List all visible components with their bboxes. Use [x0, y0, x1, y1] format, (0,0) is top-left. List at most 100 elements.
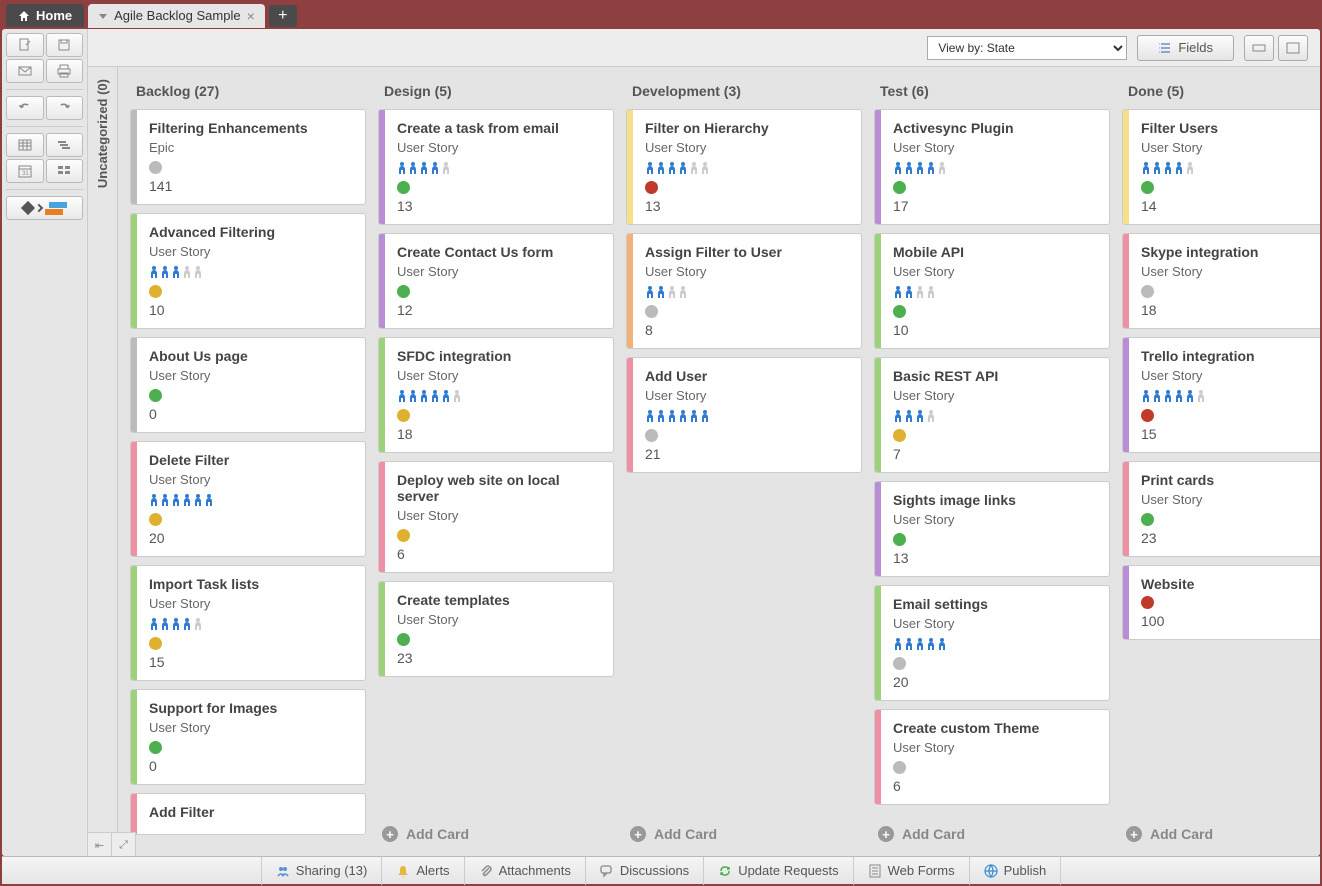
- full-layout-button[interactable]: [1278, 35, 1308, 61]
- person-icon: [904, 285, 914, 299]
- card[interactable]: Filter on HierarchyUser Story13: [626, 109, 862, 225]
- undo-button[interactable]: [6, 96, 44, 120]
- person-icon: [1141, 161, 1151, 175]
- card[interactable]: Filter UsersUser Story14: [1122, 109, 1320, 225]
- expand-all-button[interactable]: ⤢: [112, 833, 136, 856]
- column: Development (3)Filter on HierarchyUser S…: [626, 75, 862, 848]
- add-card-button[interactable]: +Add Card: [626, 820, 862, 848]
- card-color-bar[interactable]: [6, 196, 83, 220]
- card-people: [149, 493, 353, 507]
- card[interactable]: Website100: [1122, 565, 1320, 640]
- card-points: 13: [397, 198, 601, 214]
- publish-button[interactable]: Publish: [970, 857, 1062, 885]
- card-type: User Story: [1141, 368, 1320, 383]
- attachments-button[interactable]: Attachments: [465, 857, 586, 885]
- webforms-label: Web Forms: [888, 863, 955, 878]
- card[interactable]: SFDC integrationUser Story18: [378, 337, 614, 453]
- card[interactable]: Filtering EnhancementsEpic141: [130, 109, 366, 205]
- person-icon: [452, 389, 462, 403]
- person-icon: [904, 637, 914, 651]
- card[interactable]: Activesync PluginUser Story17: [874, 109, 1110, 225]
- person-icon: [408, 161, 418, 175]
- fields-button[interactable]: Fields: [1137, 35, 1234, 61]
- card[interactable]: Mobile APIUser Story10: [874, 233, 1110, 349]
- discussions-button[interactable]: Discussions: [586, 857, 704, 885]
- person-icon: [926, 409, 936, 423]
- status-dot: [893, 657, 906, 670]
- person-icon: [1196, 389, 1206, 403]
- person-icon: [1174, 389, 1184, 403]
- card[interactable]: Support for ImagesUser Story0: [130, 689, 366, 785]
- card[interactable]: Create Contact Us formUser Story12: [378, 233, 614, 329]
- card[interactable]: Delete FilterUser Story20: [130, 441, 366, 557]
- card-type: User Story: [397, 368, 601, 383]
- print-button[interactable]: [46, 59, 84, 83]
- tab-document[interactable]: Agile Backlog Sample ×: [88, 4, 265, 28]
- person-icon: [149, 493, 159, 507]
- person-icon: [893, 285, 903, 299]
- person-icon: [193, 265, 203, 279]
- person-icon: [656, 161, 666, 175]
- card[interactable]: Email settingsUser Story20: [874, 585, 1110, 701]
- card-view-button[interactable]: [46, 159, 84, 183]
- tab-document-label: Agile Backlog Sample: [114, 8, 240, 23]
- new-button[interactable]: [6, 33, 44, 57]
- card[interactable]: Create a task from emailUser Story13: [378, 109, 614, 225]
- plus-icon: +: [878, 826, 894, 842]
- person-icon: [1185, 161, 1195, 175]
- mail-button[interactable]: [6, 59, 44, 83]
- alerts-button[interactable]: Alerts: [382, 857, 464, 885]
- card[interactable]: Add UserUser Story21: [626, 357, 862, 473]
- grid-view-button[interactable]: [6, 133, 44, 157]
- add-card-button[interactable]: +Add Card: [1122, 820, 1320, 848]
- card[interactable]: About Us pageUser Story0: [130, 337, 366, 433]
- person-icon: [160, 617, 170, 631]
- card[interactable]: Trello integrationUser Story15: [1122, 337, 1320, 453]
- close-icon[interactable]: ×: [247, 8, 255, 24]
- add-card-button[interactable]: +Add Card: [378, 820, 614, 848]
- view-by-select[interactable]: View by: State: [927, 36, 1127, 60]
- list-icon: [1158, 41, 1172, 55]
- card[interactable]: Import Task listsUser Story15: [130, 565, 366, 681]
- column: Test (6)Activesync PluginUser Story17Mob…: [874, 75, 1110, 848]
- status-dot: [149, 161, 162, 174]
- card[interactable]: Assign Filter to UserUser Story8: [626, 233, 862, 349]
- card[interactable]: Add Filter: [130, 793, 366, 835]
- compact-layout-button[interactable]: [1244, 35, 1274, 61]
- card[interactable]: Sights image linksUser Story13: [874, 481, 1110, 577]
- uncategorized-column[interactable]: Uncategorized (0): [88, 67, 118, 856]
- card[interactable]: Skype integrationUser Story18: [1122, 233, 1320, 329]
- card[interactable]: Deploy web site on local serverUser Stor…: [378, 461, 614, 573]
- card[interactable]: Create templatesUser Story23: [378, 581, 614, 677]
- collapse-all-button[interactable]: ⇤: [88, 833, 112, 856]
- gantt-view-button[interactable]: [46, 133, 84, 157]
- person-icon: [1185, 389, 1195, 403]
- add-card-button[interactable]: +Add Card: [874, 820, 1110, 848]
- webforms-button[interactable]: Web Forms: [854, 857, 970, 885]
- card-points: 23: [1141, 530, 1320, 546]
- update-requests-button[interactable]: Update Requests: [704, 857, 853, 885]
- card-title: Filtering Enhancements: [149, 120, 353, 136]
- save-button[interactable]: [46, 33, 84, 57]
- new-tab-button[interactable]: +: [269, 5, 297, 27]
- redo-button[interactable]: [46, 96, 84, 120]
- status-dot: [1141, 596, 1154, 609]
- person-icon: [430, 389, 440, 403]
- status-dot: [645, 429, 658, 442]
- card[interactable]: Print cardsUser Story23: [1122, 461, 1320, 557]
- person-icon: [893, 161, 903, 175]
- sharing-button[interactable]: Sharing (13): [261, 857, 383, 885]
- card-title: Create Contact Us form: [397, 244, 601, 260]
- card[interactable]: Advanced FilteringUser Story10: [130, 213, 366, 329]
- card-people: [645, 285, 849, 299]
- tab-home[interactable]: Home: [6, 4, 84, 27]
- person-icon: [430, 161, 440, 175]
- status-dot: [397, 285, 410, 298]
- card-people: [645, 409, 849, 423]
- person-icon: [700, 409, 710, 423]
- card-title: Create a task from email: [397, 120, 601, 136]
- status-dot: [1141, 181, 1154, 194]
- card[interactable]: Basic REST APIUser Story7: [874, 357, 1110, 473]
- calendar-view-button[interactable]: 31: [6, 159, 44, 183]
- card[interactable]: Create custom ThemeUser Story6: [874, 709, 1110, 805]
